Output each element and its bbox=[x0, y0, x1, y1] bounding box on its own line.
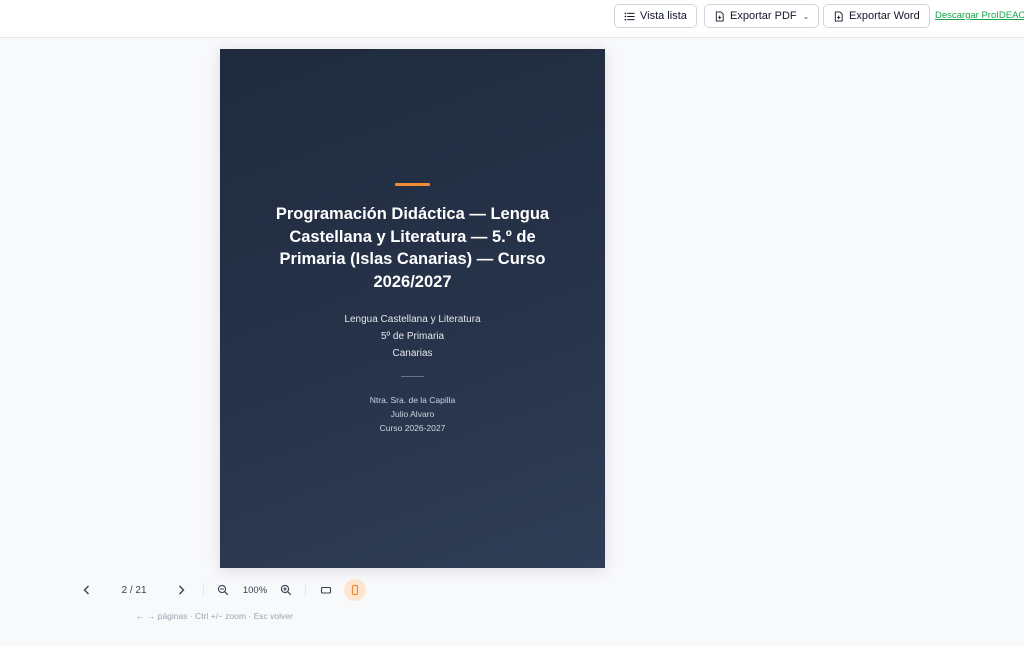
chevron-left-icon bbox=[83, 585, 89, 595]
top-toolbar: Vista lista Exportar PDF ⌄ Exportar Word… bbox=[0, 0, 1024, 38]
file-export-icon bbox=[834, 10, 843, 22]
portrait-icon bbox=[351, 584, 359, 596]
zoom-out-button[interactable] bbox=[216, 580, 230, 600]
zoom-level: 100% bbox=[242, 584, 268, 596]
cover-page: Programación Didáctica — Lengua Castella… bbox=[220, 49, 605, 568]
zoom-in-icon bbox=[280, 584, 292, 596]
keyboard-hint: ← → páginas · Ctrl +/− zoom · Esc volver bbox=[136, 611, 293, 621]
cover-region: Canarias bbox=[392, 348, 433, 359]
list-icon bbox=[624, 11, 635, 21]
landscape-icon bbox=[320, 586, 332, 594]
portrait-view-button[interactable] bbox=[344, 579, 366, 601]
landscape-view-button[interactable] bbox=[319, 580, 333, 600]
export-word-label: Exportar Word bbox=[849, 10, 920, 22]
cover-meta: Ntra. Sra. de la Capilla Julio Alvaro Cu… bbox=[260, 393, 565, 435]
zoom-out-icon bbox=[217, 584, 229, 596]
chevron-right-icon bbox=[179, 585, 185, 595]
file-export-icon bbox=[715, 10, 724, 22]
divider bbox=[305, 583, 306, 597]
chevron-down-icon: ⌄ bbox=[802, 11, 810, 21]
list-view-label: Vista lista bbox=[640, 10, 687, 22]
export-pdf-button[interactable]: Exportar PDF ⌄ bbox=[704, 4, 820, 28]
zoom-in-button[interactable] bbox=[279, 580, 293, 600]
download-link[interactable]: Descargar ProIDEAC bbox=[935, 10, 1024, 21]
cover-accent-bar bbox=[395, 183, 430, 186]
cover-course: Curso 2026-2027 bbox=[379, 423, 446, 433]
cover-title: Programación Didáctica — Lengua Castella… bbox=[275, 205, 550, 291]
cover-separator bbox=[401, 376, 424, 377]
prev-page-button[interactable] bbox=[80, 580, 94, 600]
cover-grade: 5º de Primaria bbox=[380, 331, 445, 342]
export-word-button[interactable]: Exportar Word bbox=[823, 4, 930, 28]
export-pdf-label: Exportar PDF bbox=[730, 10, 797, 22]
cover-school: Ntra. Sra. de la Capilla bbox=[369, 395, 456, 405]
page-indicator: 2 / 21 bbox=[121, 584, 147, 596]
divider bbox=[203, 583, 204, 597]
viewer-controls: 2 / 21 100% bbox=[0, 572, 640, 606]
cover-author: Julio Alvaro bbox=[390, 409, 435, 419]
list-view-button[interactable]: Vista lista bbox=[614, 4, 697, 28]
cover-subtitles: Lengua Castellana y Literatura 5º de Pri… bbox=[260, 311, 565, 362]
cover-subject: Lengua Castellana y Literatura bbox=[344, 314, 481, 325]
next-page-button[interactable] bbox=[174, 580, 188, 600]
